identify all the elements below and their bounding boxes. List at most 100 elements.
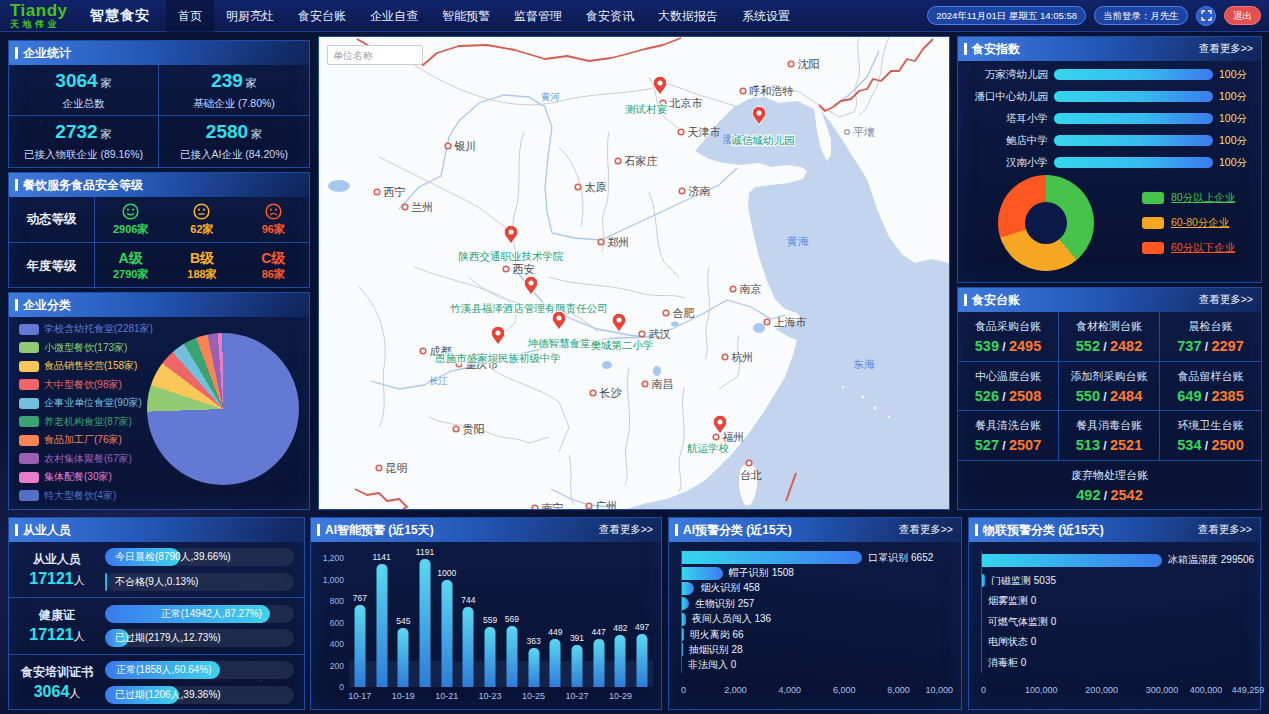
staff-bar: 今日晨检(8790人,39.66%)	[105, 548, 294, 566]
bar-label: 帽子识别 1508	[729, 566, 794, 580]
panel-title: 食安台账	[964, 292, 1020, 309]
panel-food-index: 食安指数 查看更多>> 万家湾幼儿园100分潘口中心幼儿园100分塔耳小学100…	[957, 36, 1262, 283]
legend-swatch	[19, 398, 39, 409]
index-bar	[1054, 69, 1213, 80]
hbar-row: 夜间人员闯入 136	[682, 612, 953, 627]
stat-cell: 2580家已接入AI企业 (84.20%)	[159, 116, 309, 167]
legend-item[interactable]: 学校含幼托食堂(2281家)	[19, 323, 155, 335]
index-bar	[1054, 135, 1213, 146]
stat-cell: 239家基础企业 (7.80%)	[159, 65, 309, 116]
panel-title: 餐饮服务食品安全等级	[15, 177, 143, 194]
legend-item[interactable]: 80分以上企业	[1142, 191, 1235, 205]
svg-text:平壤: 平壤	[853, 126, 875, 138]
fullscreen-button[interactable]	[1196, 6, 1216, 26]
bar	[682, 643, 683, 656]
bar	[982, 574, 985, 587]
legend-item[interactable]: 小微型餐饮(173家)	[19, 342, 155, 354]
stat-cell: 2732家已接入物联企业 (89.16%)	[9, 116, 159, 167]
main-nav: 首页明厨亮灶食安台账企业自查智能预警监督管理食安资讯大数据报告系统设置	[166, 0, 802, 32]
view-more-link[interactable]: 查看更多>>	[599, 523, 653, 537]
safety-item: 62家	[166, 197, 237, 242]
bar: 363	[528, 648, 539, 687]
legend-item[interactable]: 食品销售经营(158家)	[19, 360, 155, 372]
svg-text:上海市: 上海市	[774, 316, 807, 328]
bar-value: 744	[461, 595, 475, 605]
legend-item[interactable]: 养老机构食堂(87家)	[19, 416, 155, 428]
svg-text:贵阳: 贵阳	[463, 423, 485, 435]
map-pin-label: 陕西交通职业技术学院	[459, 250, 565, 262]
logout-button[interactable]: 退出	[1224, 6, 1261, 25]
safety-level-body: 动态等级2906家62家96家年度等级A级2790家B级188家C级86家	[9, 197, 309, 289]
panel-ai-class: AI预警分类 (近15天) 查看更多>> 口罩识别 6652帽子识别 1508烟…	[668, 517, 962, 710]
bar-value: 1191	[416, 547, 434, 557]
nav-item-3[interactable]: 食安台账	[286, 0, 358, 32]
ledger-cell: 餐具清洗台账527 / 2507	[958, 411, 1059, 461]
legend-item[interactable]: 农村集体聚餐(67家)	[19, 453, 155, 465]
river-label: 黄河	[541, 91, 560, 102]
topbar: Tiandy 天地伟业 智慧食安 首页明厨亮灶食安台账企业自查智能预警监督管理食…	[0, 0, 1269, 32]
smile-face-icon	[122, 203, 139, 220]
bar-label: 生物识别 257	[695, 597, 754, 611]
panel-enterprise-category: 企业分类 学校含幼托食堂(2281家)小微型餐饮(173家)食品销售经营(158…	[8, 292, 310, 510]
legend-swatch	[19, 435, 39, 446]
ledger-cell: 食品采购台账539 / 2495	[958, 312, 1059, 362]
hbar-row: 可燃气体监测 0	[982, 612, 1252, 633]
neutral-face-icon	[193, 203, 210, 220]
ledger-cell: 环境卫生台账534 / 2500	[1160, 411, 1261, 461]
nav-item-9[interactable]: 系统设置	[730, 0, 802, 32]
legend-swatch	[1142, 192, 1164, 204]
x-axis-label: 10-25	[522, 691, 545, 701]
view-more-link[interactable]: 查看更多>>	[1199, 42, 1253, 56]
x-axis-label: 10-21	[435, 691, 458, 701]
legend-item[interactable]: 大中型餐饮(98家)	[19, 379, 155, 391]
index-row: 汉南小学100分	[966, 154, 1253, 171]
hbar-row: 烟雾监测 0	[982, 591, 1252, 612]
hbar-row: 口罩识别 6652	[682, 550, 953, 565]
nav-item-5[interactable]: 智能预警	[430, 0, 502, 32]
map-pin-label: 樊城第二小学	[591, 339, 654, 351]
x-axis-label: 10-19	[392, 691, 415, 701]
svg-text:沈阳: 沈阳	[798, 58, 820, 70]
nav-item-4[interactable]: 企业自查	[358, 0, 430, 32]
view-more-link[interactable]: 查看更多>>	[1199, 293, 1253, 307]
safety-row: 年度等级A级2790家B级188家C级86家	[9, 243, 309, 289]
bar-value: 449	[548, 627, 562, 637]
legend-item[interactable]: 60分以下企业	[1142, 241, 1235, 255]
svg-text:郑州: 郑州	[608, 236, 630, 248]
bar: 449	[550, 639, 561, 687]
china-map: 渤海黄海东海黄河长江沈阳呼和浩特北京市天津市石家庄太原银川济南西宁兰州郑州西安南…	[319, 37, 949, 509]
view-more-link[interactable]: 查看更多>>	[1198, 523, 1252, 537]
nav-item-1[interactable]: 首页	[166, 0, 214, 32]
safety-item: B级188家	[166, 243, 237, 289]
svg-text:南宁: 南宁	[542, 502, 564, 509]
index-row: 潘口中心幼儿园100分	[966, 88, 1253, 105]
panel-title: 从业人员	[15, 522, 71, 539]
view-more-link[interactable]: 查看更多>>	[899, 523, 953, 537]
x-axis-label: 6,000	[833, 685, 856, 695]
legend-item[interactable]: 特大型餐饮(4家)	[19, 490, 155, 502]
search-input[interactable]	[327, 45, 423, 65]
x-axis-label: 200,000	[1085, 685, 1118, 695]
legend-item[interactable]: 集体配餐(30家)	[19, 471, 155, 483]
legend-item[interactable]: 60-80分企业	[1142, 216, 1235, 230]
panel-enterprise-stats: 企业统计 3064家企业总数239家基础企业 (7.80%)2732家已接入物联…	[8, 40, 310, 168]
x-axis-label: 10-17	[348, 691, 371, 701]
nav-item-6[interactable]: 监督管理	[502, 0, 574, 32]
nav-item-2[interactable]: 明厨亮灶	[214, 0, 286, 32]
nav-item-8[interactable]: 大数据报告	[646, 0, 730, 32]
svg-text:昆明: 昆明	[386, 462, 408, 474]
legend-item[interactable]: 食品加工厂(76家)	[19, 434, 155, 446]
bar-label: 冰箱温湿度 299506	[1168, 553, 1254, 567]
bar: 545	[398, 628, 409, 687]
bar-label: 夜间人员闯入 136	[692, 612, 771, 626]
legend-item[interactable]: 企事业单位食堂(90家)	[19, 397, 155, 409]
datetime-display: 2024年11月01日 星期五 14:05:58	[927, 6, 1086, 25]
bar	[682, 628, 684, 641]
staff-bar: 正常(1858人,60.64%)	[105, 661, 294, 679]
svg-text:西宁: 西宁	[384, 186, 406, 198]
svg-text:长沙: 长沙	[599, 387, 623, 399]
bar: 744	[463, 607, 474, 687]
bar-label: 抽烟识别 28	[689, 643, 743, 657]
nav-item-7[interactable]: 食安资讯	[574, 0, 646, 32]
bar	[682, 613, 686, 626]
